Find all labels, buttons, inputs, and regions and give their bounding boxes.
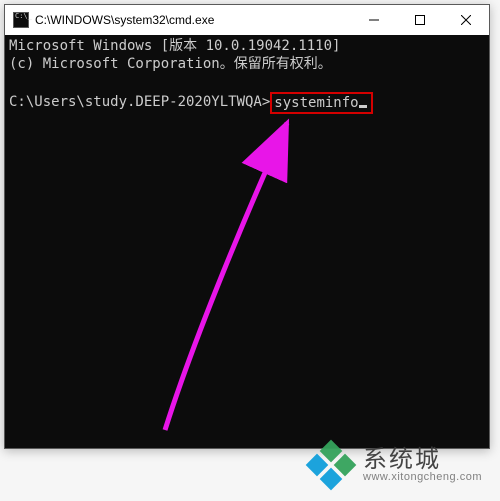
window-title: C:\WINDOWS\system32\cmd.exe bbox=[35, 13, 351, 27]
maximize-button[interactable] bbox=[397, 5, 443, 35]
terminal-line-2: (c) Microsoft Corporation。保留所有权利。 bbox=[9, 56, 332, 72]
terminal-prompt: C:\Users\study.DEEP-2020YLTWQA> bbox=[9, 94, 270, 110]
close-button[interactable] bbox=[443, 5, 489, 35]
terminal-client-area[interactable]: Microsoft Windows [版本 10.0.19042.1110] (… bbox=[5, 35, 489, 448]
watermark-brand: 系统城 bbox=[363, 447, 482, 472]
command-highlight-box: systeminfo bbox=[270, 92, 372, 114]
watermark-logo-icon bbox=[309, 443, 353, 487]
watermark: 系统城 www.xitongcheng.com bbox=[309, 443, 482, 487]
titlebar[interactable]: C:\WINDOWS\system32\cmd.exe bbox=[5, 5, 489, 35]
watermark-url: www.xitongcheng.com bbox=[363, 472, 482, 484]
minimize-button[interactable] bbox=[351, 5, 397, 35]
command-input[interactable]: systeminfo bbox=[274, 95, 358, 111]
text-cursor bbox=[359, 105, 367, 108]
window-controls bbox=[351, 5, 489, 35]
maximize-icon bbox=[415, 15, 425, 25]
cmd-icon bbox=[13, 12, 29, 28]
minimize-icon bbox=[369, 15, 379, 25]
terminal-line-1: Microsoft Windows [版本 10.0.19042.1110] bbox=[9, 38, 340, 54]
close-icon bbox=[461, 15, 471, 25]
cmd-window: C:\WINDOWS\system32\cmd.exe Microsoft Wi… bbox=[4, 4, 490, 449]
watermark-text: 系统城 www.xitongcheng.com bbox=[363, 447, 482, 484]
